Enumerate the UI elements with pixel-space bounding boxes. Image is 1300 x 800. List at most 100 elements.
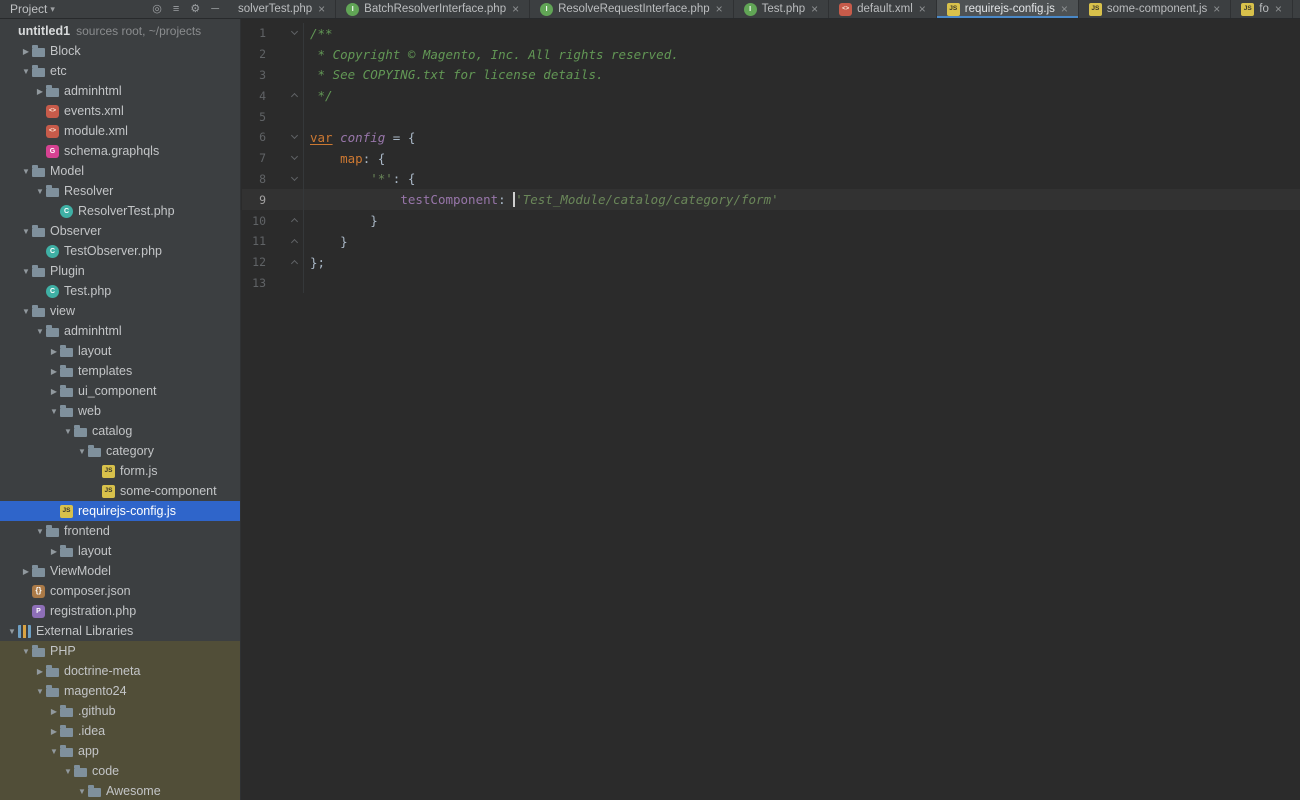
tree-item-github[interactable]: ▶.github	[0, 701, 240, 721]
collapsed-arrow-icon[interactable]: ▶	[20, 47, 32, 56]
project-view-selector[interactable]: Project ▾	[10, 2, 55, 16]
collapsed-arrow-icon[interactable]: ▶	[34, 87, 46, 96]
code-line[interactable]: /**	[304, 26, 333, 41]
tree-item-magento24[interactable]: ▼magento24	[0, 681, 240, 701]
expanded-arrow-icon[interactable]: ▼	[48, 747, 60, 756]
expanded-arrow-icon[interactable]: ▼	[20, 67, 32, 76]
close-tab-icon[interactable]: ×	[919, 3, 926, 15]
fold-end-icon[interactable]	[266, 238, 303, 245]
expanded-arrow-icon[interactable]: ▼	[76, 787, 88, 796]
close-tab-icon[interactable]: ×	[1213, 3, 1220, 15]
tree-item-testobserver-php[interactable]: CTestObserver.php	[0, 241, 240, 261]
code-line[interactable]: '*': {	[304, 171, 415, 186]
tree-item-some-component[interactable]: JSsome-component	[0, 481, 240, 501]
hide-panel-icon[interactable]: ─	[211, 4, 219, 15]
fold-end-icon[interactable]	[266, 92, 303, 99]
expanded-arrow-icon[interactable]: ▼	[76, 447, 88, 456]
fold-start-icon[interactable]	[266, 178, 303, 180]
tree-item-idea[interactable]: ▶.idea	[0, 721, 240, 741]
tree-item-app[interactable]: ▼app	[0, 741, 240, 761]
collapsed-arrow-icon[interactable]: ▶	[34, 667, 46, 676]
collapsed-arrow-icon[interactable]: ▶	[48, 727, 60, 736]
tab-test-php[interactable]: ITest.php×	[734, 0, 830, 18]
expanded-arrow-icon[interactable]: ▼	[20, 647, 32, 656]
tree-item-external-libraries[interactable]: ▼External Libraries	[0, 621, 240, 641]
tree-item-doctrine-meta[interactable]: ▶doctrine-meta	[0, 661, 240, 681]
fold-end-icon[interactable]	[266, 259, 303, 266]
tree-item-adminhtml[interactable]: ▼adminhtml	[0, 321, 240, 341]
tree-item-awesome[interactable]: ▼Awesome	[0, 781, 240, 800]
close-tab-icon[interactable]: ×	[1061, 3, 1068, 15]
close-tab-icon[interactable]: ×	[512, 3, 519, 15]
tree-item-untitled1[interactable]: untitled1sources root, ~/projects	[0, 21, 240, 41]
expanded-arrow-icon[interactable]: ▼	[62, 767, 74, 776]
tree-item-form-js[interactable]: JSform.js	[0, 461, 240, 481]
gear-icon[interactable]: ⚙	[190, 4, 200, 15]
tab-resolverequestinterface-php[interactable]: IResolveRequestInterface.php×	[530, 0, 734, 18]
code-line[interactable]: };	[304, 255, 325, 270]
fold-start-icon[interactable]	[266, 157, 303, 159]
code-line[interactable]: * See COPYING.txt for license details.	[304, 67, 604, 82]
tree-item-requirejs-config-js[interactable]: JSrequirejs-config.js	[0, 501, 240, 521]
tree-item-resolver[interactable]: ▼Resolver	[0, 181, 240, 201]
collapsed-arrow-icon[interactable]: ▶	[48, 367, 60, 376]
tree-item-block[interactable]: ▶Block	[0, 41, 240, 61]
collapsed-arrow-icon[interactable]: ▶	[20, 567, 32, 576]
expanded-arrow-icon[interactable]: ▼	[20, 227, 32, 236]
tree-item-plugin[interactable]: ▼Plugin	[0, 261, 240, 281]
tree-item-module-xml[interactable]: <>module.xml	[0, 121, 240, 141]
expanded-arrow-icon[interactable]: ▼	[34, 187, 46, 196]
tree-item-layout[interactable]: ▶layout	[0, 341, 240, 361]
tree-item-code[interactable]: ▼code	[0, 761, 240, 781]
tree-item-model[interactable]: ▼Model	[0, 161, 240, 181]
locate-icon[interactable]: ◎	[152, 4, 162, 15]
collapse-all-icon[interactable]: ≡	[173, 4, 179, 15]
expanded-arrow-icon[interactable]: ▼	[34, 327, 46, 336]
expanded-arrow-icon[interactable]: ▼	[20, 167, 32, 176]
tree-item-php[interactable]: ▼PHP	[0, 641, 240, 661]
fold-end-icon[interactable]	[266, 217, 303, 224]
code-line[interactable]: var config = {	[304, 130, 415, 145]
close-tab-icon[interactable]: ×	[1275, 3, 1282, 15]
tab-batchresolverinterface-php[interactable]: IBatchResolverInterface.php×	[336, 0, 530, 18]
tab-requirejs-config-js[interactable]: JSrequirejs-config.js×	[937, 0, 1079, 18]
tab-solvertest-php[interactable]: solverTest.php×	[228, 0, 336, 18]
tree-item-templates[interactable]: ▶templates	[0, 361, 240, 381]
tree-item-layout[interactable]: ▶layout	[0, 541, 240, 561]
collapsed-arrow-icon[interactable]: ▶	[48, 707, 60, 716]
expanded-arrow-icon[interactable]: ▼	[48, 407, 60, 416]
expanded-arrow-icon[interactable]: ▼	[34, 527, 46, 536]
tree-item-adminhtml[interactable]: ▶adminhtml	[0, 81, 240, 101]
tree-item-ui-component[interactable]: ▶ui_component	[0, 381, 240, 401]
tree-item-category[interactable]: ▼category	[0, 441, 240, 461]
collapsed-arrow-icon[interactable]: ▶	[48, 547, 60, 556]
tree-item-web[interactable]: ▼web	[0, 401, 240, 421]
collapsed-arrow-icon[interactable]: ▶	[48, 387, 60, 396]
tree-item-viewmodel[interactable]: ▶ViewModel	[0, 561, 240, 581]
tab-default-xml[interactable]: <>default.xml×	[829, 0, 937, 18]
expanded-arrow-icon[interactable]: ▼	[20, 267, 32, 276]
code-line[interactable]: testComponent: 'Test_Module/catalog/cate…	[304, 192, 779, 207]
tree-item-etc[interactable]: ▼etc	[0, 61, 240, 81]
tree-item-frontend[interactable]: ▼frontend	[0, 521, 240, 541]
tree-item-composer-json[interactable]: {}composer.json	[0, 581, 240, 601]
tree-item-resolvertest-php[interactable]: CResolverTest.php	[0, 201, 240, 221]
code-line[interactable]: */	[304, 88, 333, 103]
expanded-arrow-icon[interactable]: ▼	[6, 627, 18, 636]
expanded-arrow-icon[interactable]: ▼	[34, 687, 46, 696]
code-line[interactable]: map: {	[304, 151, 385, 166]
close-tab-icon[interactable]: ×	[716, 3, 723, 15]
editor[interactable]: 1/**2 * Copyright © Magento, Inc. All ri…	[242, 19, 1300, 800]
tree-item-events-xml[interactable]: <>events.xml	[0, 101, 240, 121]
fold-start-icon[interactable]	[266, 136, 303, 138]
code-line[interactable]: }	[304, 234, 348, 249]
expanded-arrow-icon[interactable]: ▼	[20, 307, 32, 316]
tree-item-registration-php[interactable]: Pregistration.php	[0, 601, 240, 621]
code-line[interactable]: * Copyright © Magento, Inc. All rights r…	[304, 47, 679, 62]
tree-item-catalog[interactable]: ▼catalog	[0, 421, 240, 441]
tab-fo[interactable]: JSfo×	[1231, 0, 1293, 18]
tree-item-test-php[interactable]: CTest.php	[0, 281, 240, 301]
tree-item-view[interactable]: ▼view	[0, 301, 240, 321]
fold-start-icon[interactable]	[266, 32, 303, 34]
close-tab-icon[interactable]: ×	[811, 3, 818, 15]
